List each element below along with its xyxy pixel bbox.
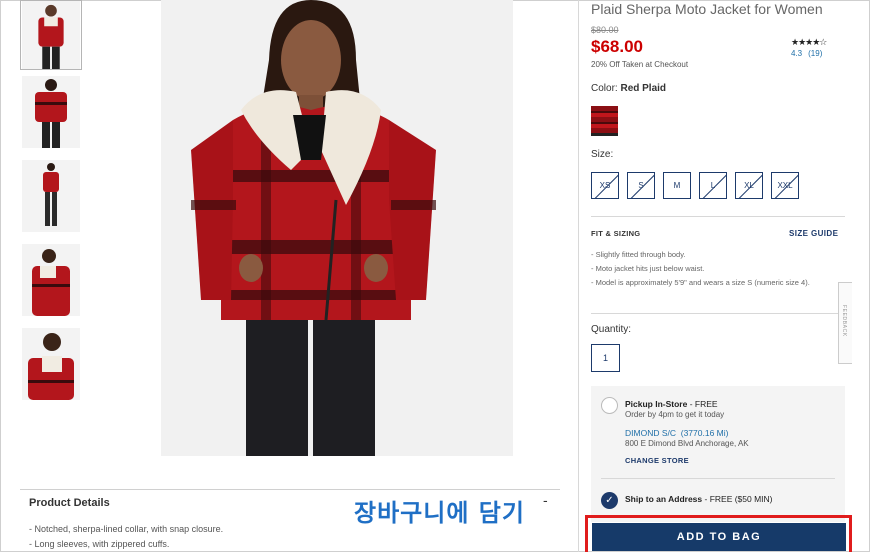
list-item: Moto jacket hits just below waist. xyxy=(591,262,841,276)
pickup-note: Order by 4pm to get it today xyxy=(625,410,725,419)
rating-summary[interactable]: 4.3 (19) xyxy=(791,49,828,58)
size-options: XS S M L XL XXL xyxy=(591,172,831,199)
color-label: Color: Red Plaid xyxy=(591,83,666,94)
divider xyxy=(601,478,835,479)
thumbnail-image xyxy=(43,163,59,226)
size-option-label: S xyxy=(638,181,644,190)
ship-title-text: Ship to an Address xyxy=(625,494,703,504)
thumbnail-back-view[interactable] xyxy=(22,76,80,148)
pickup-title-text: Pickup In-Store xyxy=(625,399,688,409)
ship-price: - FREE ($50 MIN) xyxy=(702,494,773,504)
ship-option-title[interactable]: Ship to an Address - FREE ($50 MIN) xyxy=(625,494,773,504)
pickup-option-title[interactable]: Pickup In-Store - FREE xyxy=(625,399,718,409)
list-item: Slightly fitted through body. xyxy=(591,248,841,262)
list-item: Long sleeves, with zippered cuffs. xyxy=(29,537,560,552)
discount-note: 20% Off Taken at Checkout xyxy=(591,60,689,69)
column-divider xyxy=(578,0,579,552)
color-label-text: Color: xyxy=(591,83,618,94)
product-main-image[interactable] xyxy=(161,0,513,456)
store-name-link[interactable]: DIMOND S/C (3770.16 Mi) xyxy=(625,428,728,438)
checkmark-icon: ✓ xyxy=(605,495,614,506)
feedback-label: FEEDBACK xyxy=(841,305,847,337)
thumbnail-front-view[interactable] xyxy=(20,0,82,70)
change-store-link[interactable]: CHANGE STORE xyxy=(625,456,689,465)
size-option-s[interactable]: S xyxy=(627,172,655,199)
thumbnail-detail-view[interactable] xyxy=(22,328,80,400)
size-guide-link[interactable]: SIZE GUIDE xyxy=(789,229,838,238)
thumbnail-full-length-view[interactable] xyxy=(22,160,80,232)
rating-stars-icon[interactable]: ★★★★☆ xyxy=(791,37,827,48)
pickup-price: - FREE xyxy=(687,399,718,409)
add-to-cart-annotation: 장바구니에 담기 xyxy=(354,499,525,527)
size-option-label: XS xyxy=(599,181,611,190)
size-option-label: M xyxy=(673,181,681,190)
fit-sizing-list: Slightly fitted through body. Moto jacke… xyxy=(591,248,841,290)
sale-price: $68.00 xyxy=(591,37,643,56)
divider xyxy=(20,489,560,490)
fit-sizing-title: FIT & SIZING xyxy=(591,229,641,238)
color-swatch-red-plaid[interactable] xyxy=(591,106,618,136)
store-name: DIMOND S/C xyxy=(625,428,676,438)
add-to-bag-button[interactable]: ADD TO BAG xyxy=(592,523,846,551)
original-price: $80.00 xyxy=(591,25,619,35)
product-title: Plaid Sherpa Moto Jacket for Women xyxy=(591,1,823,17)
quantity-label: Quantity: xyxy=(591,324,632,335)
swatch-chip xyxy=(591,106,618,133)
pickup-radio[interactable] xyxy=(601,397,618,414)
size-option-m[interactable]: M xyxy=(663,172,691,199)
size-label: Size: xyxy=(591,149,614,160)
size-option-label: XL xyxy=(744,181,754,190)
quantity-input[interactable]: 1 xyxy=(591,344,620,372)
size-option-l[interactable]: L xyxy=(699,172,727,199)
thumbnail-image xyxy=(21,1,81,69)
model-photo xyxy=(161,0,513,456)
store-address: 800 E Dimond Blvd Anchorage, AK xyxy=(625,439,749,448)
size-option-xl[interactable]: XL xyxy=(735,172,763,199)
fulfillment-options: Pickup In-Store - FREE Order by 4pm to g… xyxy=(591,386,845,522)
size-option-xs[interactable]: XS xyxy=(591,172,619,199)
thumbnail-image xyxy=(32,249,70,316)
divider xyxy=(591,216,845,217)
size-option-label: L xyxy=(710,181,716,190)
size-option-label: XXL xyxy=(777,181,793,190)
rating-value: 4.3 xyxy=(791,49,803,58)
thumbnail-image xyxy=(35,79,67,148)
swatch-selected-indicator xyxy=(591,133,618,136)
feedback-tab[interactable]: FEEDBACK xyxy=(838,282,852,364)
annotation-mark: - xyxy=(543,492,548,508)
list-item: Model is approximately 5'9" and wears a … xyxy=(591,276,841,290)
size-option-xxl[interactable]: XXL xyxy=(771,172,799,199)
thumbnail-side-view[interactable] xyxy=(22,244,80,316)
ship-radio-checked[interactable]: ✓ xyxy=(601,492,618,509)
divider xyxy=(591,313,845,314)
store-distance: (3770.16 Mi) xyxy=(680,428,729,438)
thumbnail-image xyxy=(28,333,74,400)
review-count-link[interactable]: (19) xyxy=(808,49,822,58)
color-value: Red Plaid xyxy=(620,83,667,94)
